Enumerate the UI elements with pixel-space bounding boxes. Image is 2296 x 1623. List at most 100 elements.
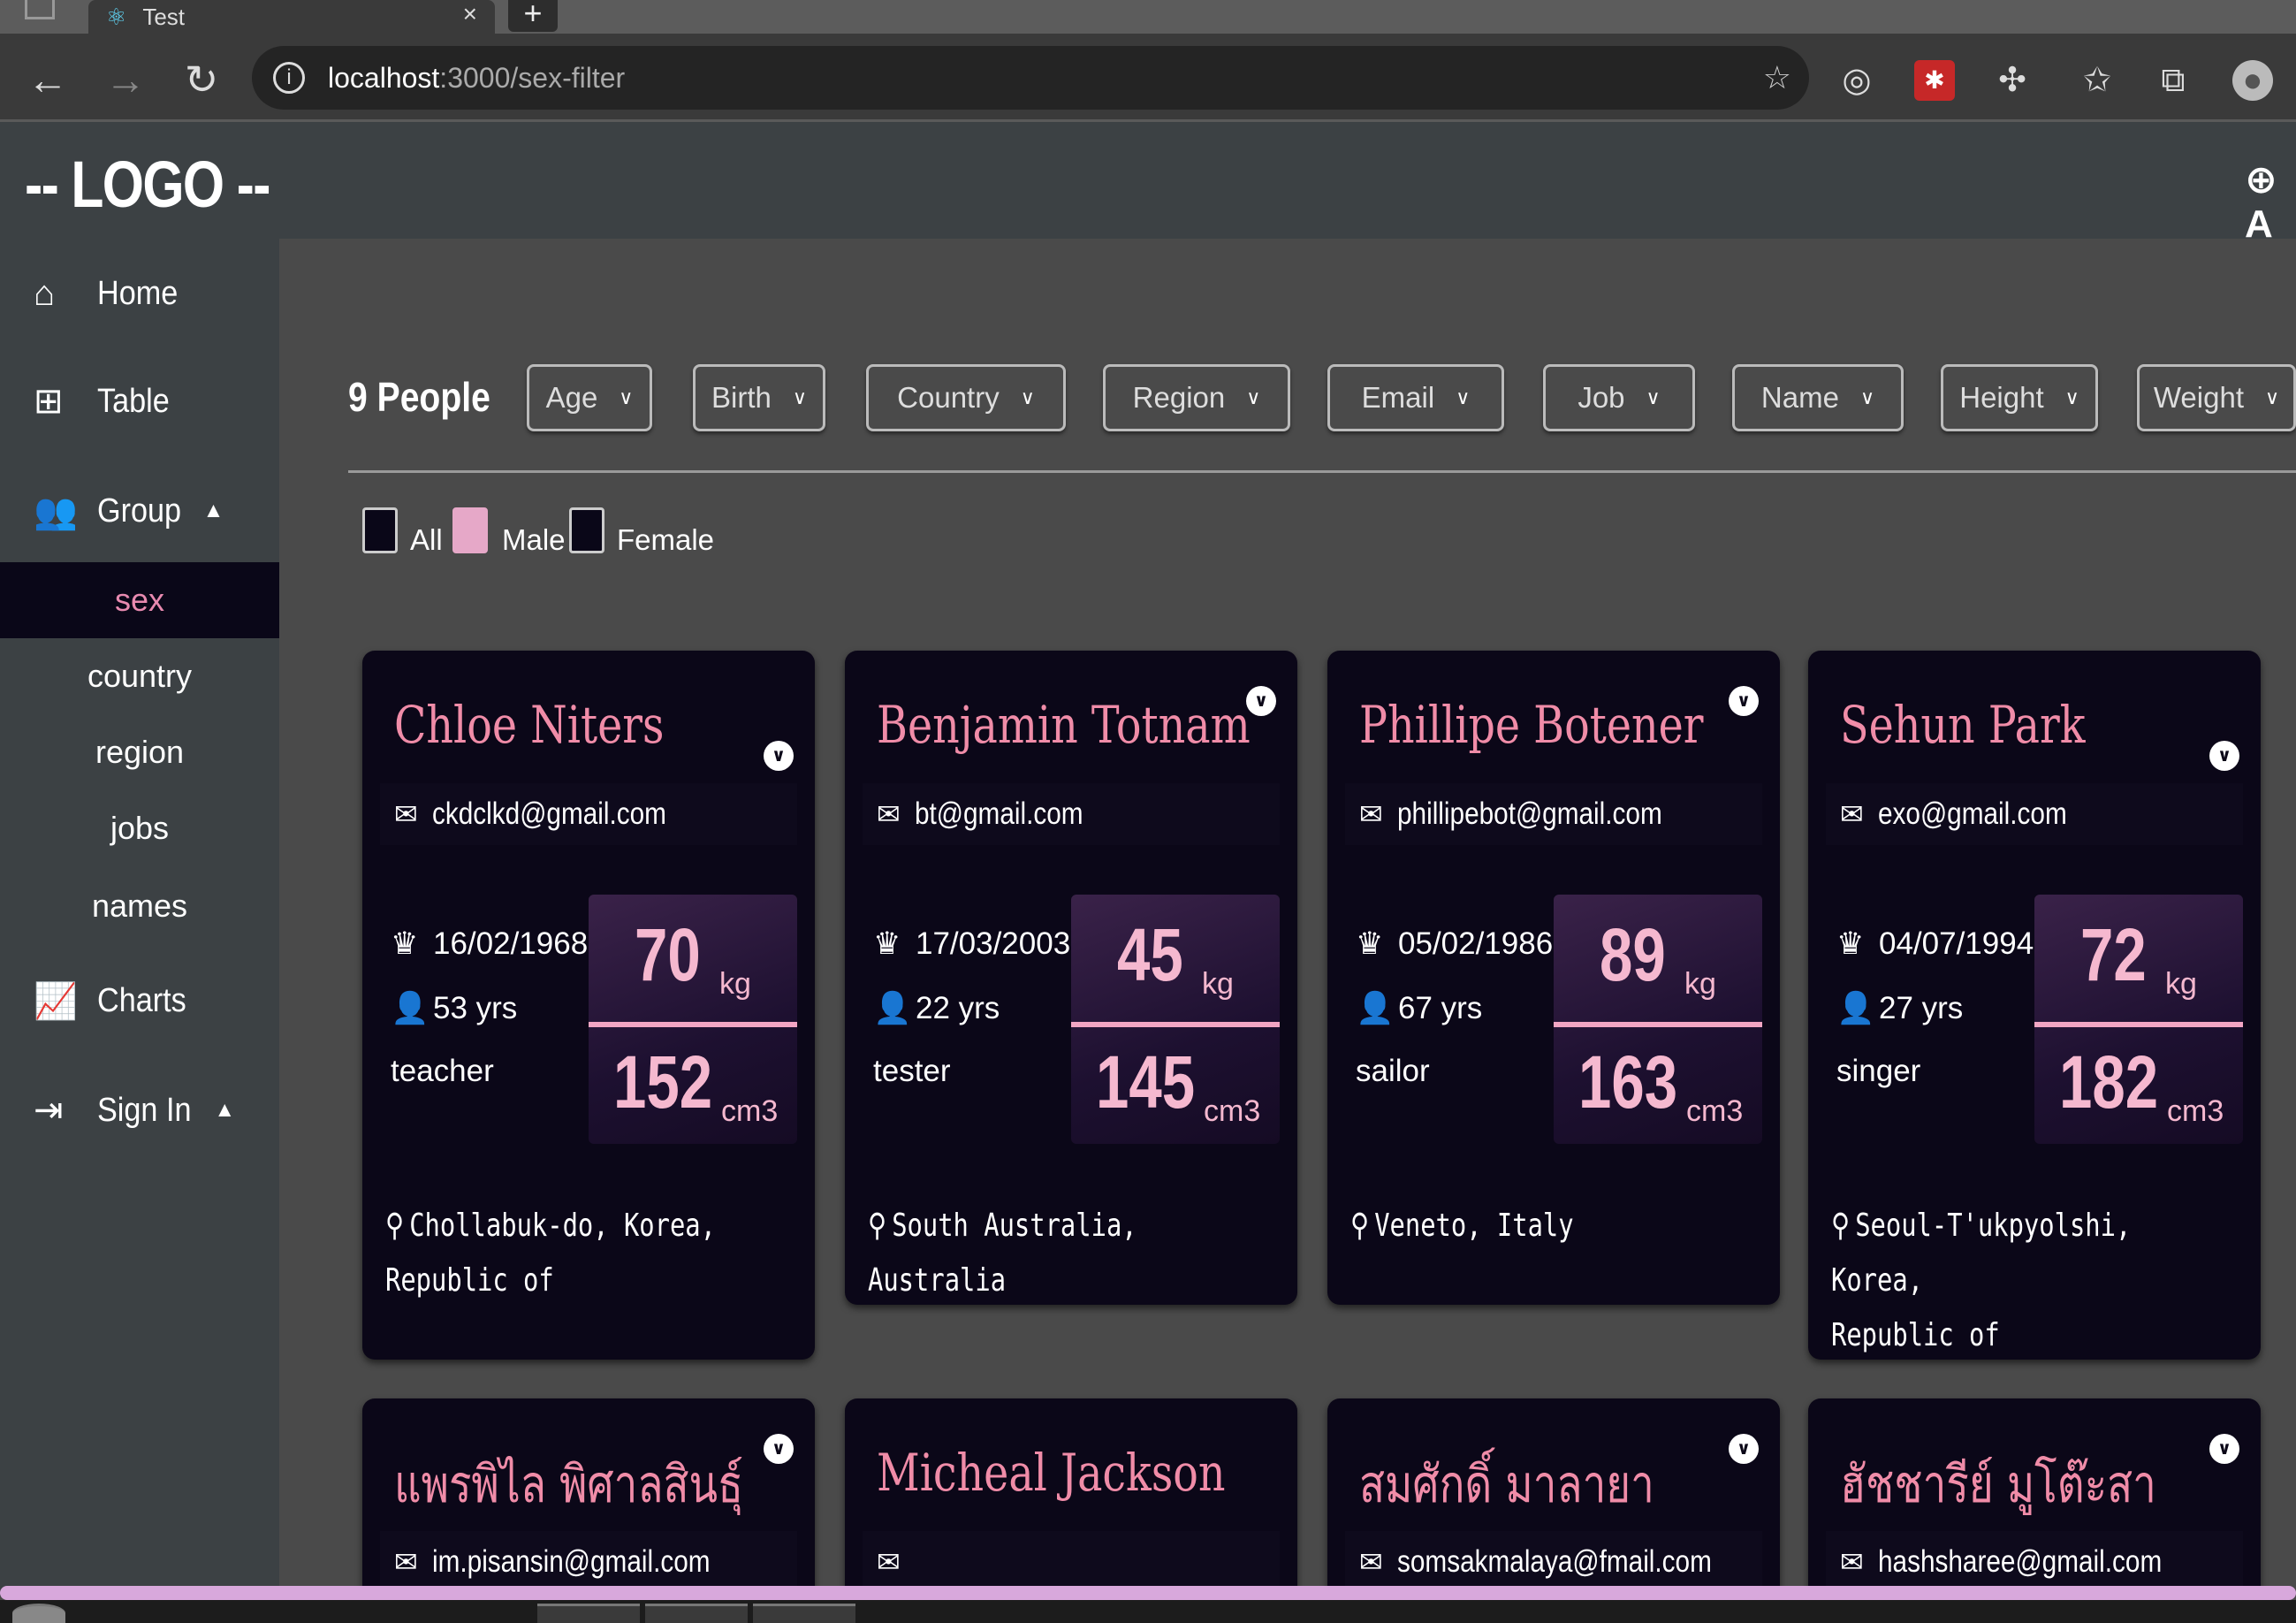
reload-icon[interactable]: ↻ — [177, 55, 226, 104]
taskbar-app[interactable] — [537, 1604, 640, 1623]
start-icon[interactable] — [12, 1604, 65, 1623]
email-row: ✉ im.pisansin@gmail.com — [380, 1531, 797, 1593]
filter-weight[interactable]: Weight ∨ — [2137, 364, 2296, 431]
sidebar-subitem-jobs[interactable]: jobs — [0, 790, 279, 866]
person-age: 27 yrs — [1879, 991, 1964, 1025]
map-pin-icon: ⚲ — [1831, 1208, 1851, 1244]
sidebar-subitem-sex[interactable]: sex — [0, 562, 279, 638]
filter-region[interactable]: Region ∨ — [1103, 364, 1290, 431]
puzzle-icon[interactable]: ✣ — [1992, 60, 2033, 101]
sidebar-item-home[interactable]: ⌂ Home — [0, 258, 279, 329]
expand-toggle-icon[interactable]: ∨ — [764, 1434, 794, 1464]
sidebar-subitem-country[interactable]: country — [0, 638, 279, 714]
chevron-down-icon: ∨ — [619, 386, 634, 408]
address-bar: ← → ↻ i localhost:3000/sex-filter ☆ ◎ ✱ … — [0, 34, 2296, 122]
checkbox-all[interactable] — [362, 507, 398, 553]
sidebar-item-signin[interactable]: ⇥ Sign In ▲ — [0, 1075, 279, 1146]
expand-toggle-icon[interactable]: ∨ — [1729, 1434, 1759, 1464]
stat-divider — [2034, 1022, 2243, 1027]
url-input[interactable]: i localhost:3000/sex-filter ☆ — [252, 46, 1809, 110]
birth-row: ♛ 04/07/1994 — [1836, 926, 2034, 962]
height-unit: cm3 — [2167, 1094, 2224, 1128]
collections-icon[interactable]: ⧉ — [2153, 60, 2193, 101]
person-card: ฮัชชารีย์ มูโต๊ะสา ∨ ✉ hashsharee@gmail.c… — [1808, 1398, 2261, 1596]
extension-icon[interactable]: ✱ — [1914, 60, 1955, 101]
chevron-down-icon: ∨ — [1646, 386, 1661, 408]
person-email: bt@gmail.com — [914, 796, 1083, 831]
location-line1: Veneto, Italy — [1374, 1208, 1574, 1244]
person-birth: 17/03/2003 — [916, 926, 1071, 961]
location-line2: Republic of — [1831, 1317, 2000, 1353]
add-button[interactable]: ⊕ A — [2245, 157, 2296, 247]
weight-value: 89 — [1600, 913, 1666, 996]
filter-job[interactable]: Job ∨ — [1543, 364, 1695, 431]
sidebar-subitem-names[interactable]: names — [0, 868, 279, 944]
taskbar-app[interactable] — [753, 1604, 855, 1623]
close-tab-icon[interactable]: × — [463, 0, 477, 28]
map-pin-icon: ⚲ — [868, 1208, 887, 1244]
person-email: ckdclkd@gmail.com — [431, 796, 666, 831]
caret-up-icon: ▲ — [214, 1098, 236, 1122]
sidebar-item-label: Sign In — [97, 1091, 192, 1129]
checkbox-label-male: Male — [502, 523, 566, 556]
back-icon[interactable]: ← — [23, 55, 72, 104]
weight-unit: kg — [1202, 967, 1234, 1001]
filter-height[interactable]: Height ∨ — [1941, 364, 2098, 431]
expand-toggle-icon[interactable]: ∨ — [1729, 686, 1759, 716]
filter-birth[interactable]: Birth ∨ — [693, 364, 825, 431]
sign-in-icon: ⇥ — [34, 1091, 64, 1130]
filter-age[interactable]: Age ∨ — [527, 364, 652, 431]
weight-value: 70 — [635, 913, 701, 996]
new-tab-button[interactable]: + — [508, 0, 558, 32]
chevron-down-icon: ∨ — [1859, 386, 1875, 408]
filter-name[interactable]: Name ∨ — [1732, 364, 1904, 431]
location-line1: Seoul-T'ukpyolshi, Korea, — [1831, 1208, 2132, 1299]
chevron-down-icon: ∨ — [1020, 386, 1035, 408]
cake-icon: ♛ — [391, 926, 419, 961]
filter-label: Birth — [711, 381, 772, 414]
person-card: Micheal Jackson ∨ ✉ — [845, 1398, 1297, 1596]
info-icon[interactable]: i — [273, 62, 305, 94]
mail-icon: ✉ — [394, 1546, 418, 1578]
person-card: Benjamin Totnam ∨ ✉ bt@gmail.com ♛ 17/03/2… — [845, 651, 1297, 1305]
checkbox-male[interactable] — [452, 507, 488, 553]
sidebar-subitem-region[interactable]: region — [0, 714, 279, 790]
favorites-icon[interactable]: ✩ — [2077, 60, 2117, 101]
weight-unit: kg — [1684, 967, 1716, 1001]
person-card: สมศักดิ์ มาลายา ∨ ✉ somsakmalaya@fmail.co… — [1327, 1398, 1780, 1596]
chevron-down-icon: ∨ — [2265, 386, 2280, 408]
forward-icon[interactable]: → — [101, 55, 150, 104]
url-path: :3000/sex-filter — [439, 61, 626, 94]
chevron-down-icon: ∨ — [2064, 386, 2079, 408]
expand-toggle-icon[interactable]: ∨ — [2209, 741, 2239, 771]
taskbar-app[interactable] — [645, 1604, 748, 1623]
horizontal-scrollbar[interactable] — [0, 1586, 2296, 1600]
tab-actions-icon[interactable] — [25, 0, 55, 19]
height-value: 163 — [1578, 1040, 1678, 1124]
sidebar-item-charts[interactable]: 📈 Charts — [0, 965, 279, 1036]
filter-country[interactable]: Country ∨ — [866, 364, 1066, 431]
person-icon: 👤 — [1356, 991, 1395, 1025]
expand-toggle-icon[interactable]: ∨ — [1246, 686, 1276, 716]
expand-toggle-icon[interactable]: ∨ — [764, 741, 794, 771]
main-content: 9 People Age ∨ Birth ∨ Country ∨ Region ∨ Em… — [279, 239, 2296, 1596]
expand-toggle-icon[interactable]: ∨ — [2209, 1434, 2239, 1464]
sidebar-item-table[interactable]: ⊞ Table — [0, 366, 279, 437]
sidebar-item-group[interactable]: 👥 Group ▲ — [0, 476, 279, 546]
height-unit: cm3 — [1204, 1094, 1261, 1128]
person-name: Benjamin Totnam — [877, 695, 1251, 755]
profile-avatar[interactable]: ● — [2232, 60, 2273, 101]
divider — [348, 470, 2296, 473]
mail-icon: ✉ — [1840, 798, 1864, 830]
add-favorite-icon[interactable]: ☆ — [1763, 59, 1791, 96]
cake-icon: ♛ — [1356, 926, 1384, 961]
person-job: tester — [873, 1054, 951, 1088]
filter-email[interactable]: Email ∨ — [1327, 364, 1504, 431]
browser-tab[interactable]: ⚛ Test × — [88, 0, 495, 34]
users-icon: 👥 — [34, 491, 78, 531]
person-name: Sehun Park — [1840, 695, 2086, 755]
checkbox-female[interactable] — [569, 507, 604, 553]
person-name: สมศักดิ์ มาลายา — [1359, 1454, 1654, 1514]
tracking-icon[interactable]: ◎ — [1836, 60, 1877, 101]
person-email: hashsharee@gmail.com — [1877, 1544, 2163, 1579]
